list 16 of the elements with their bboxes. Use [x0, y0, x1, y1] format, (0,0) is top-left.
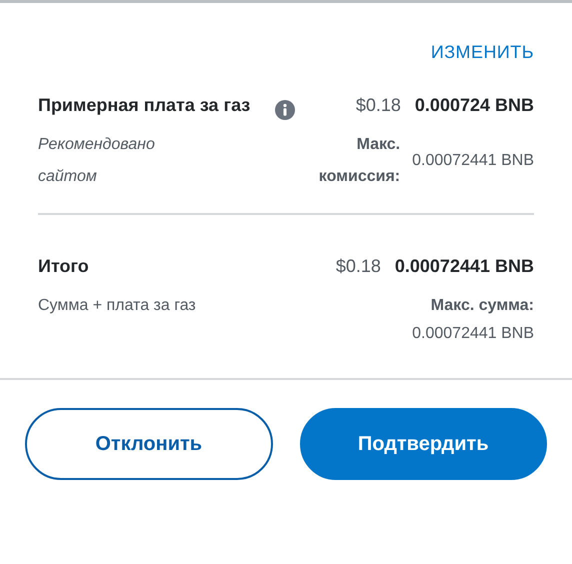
edit-link[interactable]: ИЗМЕНИТЬ	[430, 39, 534, 66]
confirm-button[interactable]: Подтвердить	[300, 408, 547, 480]
info-icon[interactable]	[275, 100, 295, 120]
crypto-amount: 0.00072441 BNB	[394, 255, 534, 278]
gas-fee-note: Рекомендовано сайтом	[38, 135, 156, 187]
max-fee-value: 0.00072441 BNB	[412, 151, 534, 171]
max-fee-label: Макс. комиссия:	[318, 135, 400, 187]
crypto-amount: 0.000724 BNB	[414, 94, 534, 117]
total-note: Сумма + плата за газ	[38, 296, 197, 316]
gas-fee-label: Примерная плата за газ	[38, 94, 252, 117]
fiat-amount: $0.18	[336, 255, 381, 278]
reject-button[interactable]: Отклонить	[25, 408, 272, 480]
total-label: Итого	[38, 255, 89, 278]
max-amount-value: 0.00072441 BNB	[412, 324, 534, 344]
fiat-amount: $0.18	[356, 94, 401, 117]
max-amount-label: Макс. сумма:	[430, 296, 534, 316]
